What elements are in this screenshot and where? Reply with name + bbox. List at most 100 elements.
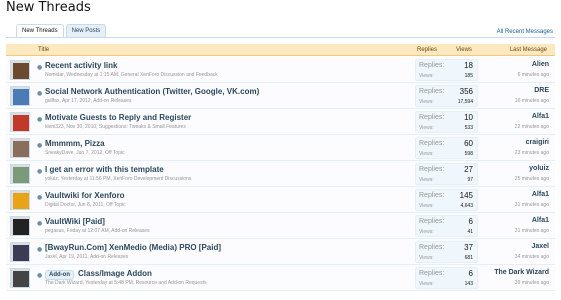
avatar-image [13,219,29,235]
thread-bullet-icon: ● [37,272,43,279]
tab-bar: New Threads New Posts [16,24,108,38]
last-message-user[interactable]: Alfa1 [532,191,549,198]
thread-title-link[interactable]: Social Network Authentication (Twitter, … [45,87,259,96]
thread-title-link[interactable]: VaultWiki [Paid] [45,217,105,226]
thread-title-link[interactable]: I get an error with this template [45,165,164,174]
thread-title-text: Vaultwiki for Xenforo [45,191,125,200]
last-message-time[interactable]: 16 minutes ago [515,98,549,104]
last-message-time[interactable]: 31 minutes ago [515,202,549,208]
thread-meta: Nomidar, Wednesday at 1:15 AM, General X… [45,72,218,78]
column-views[interactable]: Views [456,47,472,53]
replies-label: Replies: [419,140,445,147]
views-label: Views: [419,99,434,105]
avatar[interactable] [10,268,30,288]
thread-title-text: Social Network Authentication (Twitter, … [45,87,260,96]
replies-count: 356 [459,87,473,96]
thread-title-link[interactable]: [BwayRun.Com] XenMedio (Media) PRO [Paid… [45,243,221,252]
last-message-user[interactable]: craigiri [526,139,549,146]
avatar[interactable] [10,138,30,158]
thread-meta: gullfax, Apr 17, 2012, Add-on Releases [45,98,132,104]
last-message-user[interactable]: Jaxel [531,243,549,250]
column-replies[interactable]: Replies [417,47,437,53]
avatar-image [13,89,29,105]
avatar[interactable] [10,86,30,106]
thread-stats: Replies: 6 Views: 143 [415,267,478,289]
views-label: Views: [419,73,434,79]
thread-title-link[interactable]: Mmmmm, Pizza [45,139,105,148]
last-message-user[interactable]: yoluiz [529,165,549,172]
thread-title-link[interactable]: Motivate Guests to Reply and Register [45,113,191,122]
table-row: ● VaultWiki [Paid] pegasus, Friday at 12… [6,213,555,239]
thread-stats: Replies: 356 Views: 17,594 [415,85,478,107]
last-message-time[interactable]: 31 minutes ago [515,228,549,234]
thread-title-text: Mmmmm, Pizza [45,139,105,148]
avatar[interactable] [10,190,30,210]
table-row: ● Vaultwiki for Xenforo Digital Doctor, … [6,187,555,213]
table-row: ● Mmmmm, Pizza SneakyDave, Jun 7, 2012, … [6,135,555,161]
thread-meta: kleni323, Nov 30, 2010, Suggestions: Twe… [45,124,186,130]
replies-count: 6 [468,217,473,226]
thread-prefix-badge[interactable]: Add-on [45,270,74,280]
tab-new-threads[interactable]: New Threads [16,24,64,38]
avatar-image [13,115,29,131]
thread-bullet-icon: ● [37,142,43,149]
views-label: Views: [419,125,434,131]
thread-title-text: [BwayRun.Com] XenMedio (Media) PRO [Paid… [45,243,222,252]
views-label: Views: [419,229,434,235]
thread-title-link[interactable]: Add-on Class/Image Addon [45,269,152,280]
last-message-user[interactable]: Alien [532,61,549,68]
thread-bullet-icon: ● [37,168,43,175]
avatar[interactable] [10,164,30,184]
tabs-divider [6,37,555,38]
thread-bullet-icon: ● [37,220,43,227]
tab-new-posts[interactable]: New Posts [65,24,107,38]
thread-stats: Replies: 145 Views: 4,643 [415,189,478,211]
replies-count: 37 [464,243,473,252]
all-recent-messages-link[interactable]: All Recent Messages [497,29,553,35]
avatar-image [13,271,29,287]
views-count: 97 [467,177,473,183]
last-message-user[interactable]: DRE [534,87,549,94]
last-message-user[interactable]: Alfa1 [532,113,549,120]
views-count: 185 [464,73,473,79]
avatar[interactable] [10,112,30,132]
thread-title-link[interactable]: Vaultwiki for Xenforo [45,191,125,200]
thread-title-text: VaultWiki [Paid] [45,217,105,226]
thread-title-link[interactable]: Recent activity link [45,61,117,70]
last-message-time[interactable]: 22 minutes ago [515,124,549,130]
views-label: Views: [419,203,434,209]
views-label: Views: [419,281,434,287]
table-row: ● I get an error with this template yolu… [6,161,555,187]
avatar[interactable] [10,60,30,80]
last-message-user[interactable]: Alfa1 [532,217,549,224]
thread-title-text: Class/Image Addon [78,269,152,278]
thread-bullet-icon: ● [37,194,43,201]
last-message-user[interactable]: The Dark Wizard [494,269,549,276]
last-message-time[interactable]: 6 minutes ago [518,72,549,78]
avatar-image [13,245,29,261]
avatar-image [13,167,29,183]
replies-count: 27 [464,165,473,174]
column-title[interactable]: Title [38,47,49,53]
last-message-time[interactable]: 25 minutes ago [515,176,549,182]
avatar-image [13,63,29,79]
replies-label: Replies: [419,244,445,251]
thread-bullet-icon: ● [37,246,43,253]
avatar-image [13,193,29,209]
column-last-message[interactable]: Last Message [510,47,547,53]
table-row: ● [BwayRun.Com] XenMedio (Media) PRO [Pa… [6,239,555,265]
thread-bullet-icon: ● [37,64,43,71]
views-label: Views: [419,151,434,157]
last-message-time[interactable]: 34 minutes ago [515,254,549,260]
avatar[interactable] [10,242,30,262]
last-message-time[interactable]: 23 minutes ago [515,150,549,156]
page-title: New Threads [6,0,91,15]
avatar[interactable] [10,216,30,236]
thread-bullet-icon: ● [37,90,43,97]
avatar-image [13,141,29,157]
replies-label: Replies: [419,192,445,199]
views-count: 681 [464,255,473,261]
last-message-time[interactable]: 39 minutes ago [515,280,549,286]
replies-label: Replies: [419,218,445,225]
replies-label: Replies: [419,270,445,277]
